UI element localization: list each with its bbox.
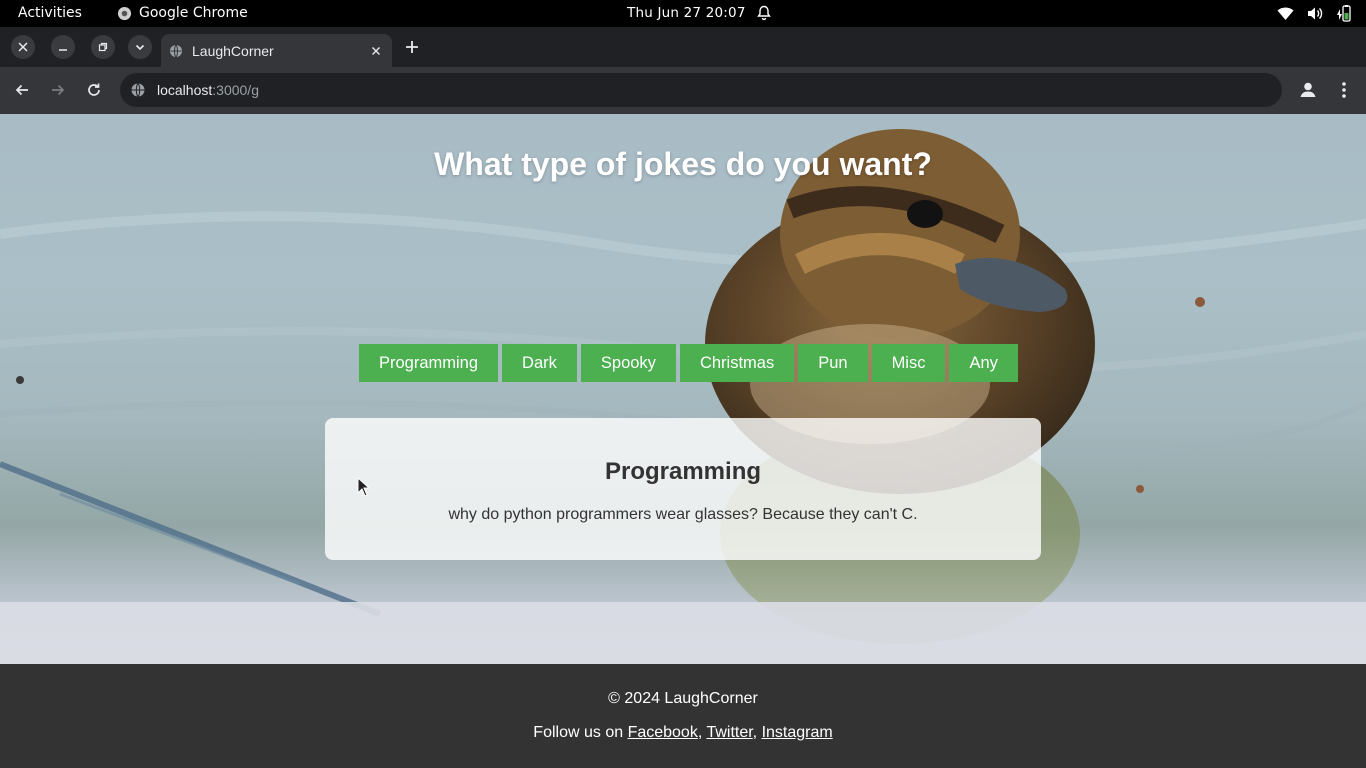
- follow-prefix: Follow us on: [533, 724, 628, 741]
- category-button-spooky[interactable]: Spooky: [580, 344, 676, 382]
- joke-card: Programming why do python programmers we…: [325, 418, 1041, 560]
- wifi-icon: [1277, 7, 1294, 20]
- reload-icon: [88, 83, 100, 96]
- tab-search-button[interactable]: [128, 35, 152, 59]
- facebook-link[interactable]: Facebook: [628, 724, 698, 741]
- volume-icon: [1308, 7, 1323, 20]
- profile-icon[interactable]: [1297, 79, 1319, 101]
- forward-button[interactable]: [46, 78, 70, 102]
- arrow-right-icon: [52, 84, 65, 96]
- category-button-any[interactable]: Any: [949, 344, 1018, 382]
- duckling-photo: [0, 129, 1366, 664]
- site-info-icon[interactable]: [130, 82, 146, 98]
- category-button-programming[interactable]: Programming: [359, 344, 499, 382]
- page-footer: © 2024 LaughCorner Follow us on Facebook…: [0, 664, 1366, 768]
- close-icon: [372, 46, 380, 55]
- address-bar[interactable]: localhost:3000/g: [120, 73, 1282, 107]
- joke-category-heading: Programming: [604, 458, 762, 485]
- notification-bell-icon: [757, 5, 771, 21]
- tab-strip: LaughCorner: [0, 27, 1366, 67]
- close-icon: [18, 42, 28, 52]
- twitter-link[interactable]: Twitter: [706, 724, 752, 741]
- system-tray[interactable]: [1277, 5, 1352, 22]
- url-path: :3000/g: [212, 82, 259, 98]
- page-viewport: What type of jokes do you want? Programm…: [0, 114, 1366, 768]
- app-name: Google Chrome: [139, 5, 248, 21]
- mouse-cursor-icon: [357, 477, 369, 497]
- chevron-down-icon: [135, 44, 145, 51]
- footer-social: Follow us on Facebook, Twitter, Instagra…: [0, 724, 1366, 742]
- battery-icon: [1337, 5, 1351, 22]
- chrome-icon: [117, 6, 132, 20]
- back-button[interactable]: [10, 78, 34, 102]
- menu-kebab-icon[interactable]: [1335, 79, 1353, 101]
- tab-title: LaughCorner: [192, 42, 274, 59]
- system-top-bar: Activities Google Chrome Thu Jun 27 20:0…: [0, 0, 1366, 27]
- hero-background: What type of jokes do you want? Programm…: [0, 114, 1366, 664]
- separator: ,: [752, 724, 762, 741]
- instagram-link[interactable]: Instagram: [762, 724, 833, 741]
- activities-button[interactable]: Activities: [18, 5, 82, 21]
- reload-button[interactable]: [82, 78, 106, 102]
- window-minimize-button[interactable]: [51, 35, 75, 59]
- minimize-icon: [59, 49, 67, 51]
- page-title: What type of jokes do you want?: [434, 146, 932, 182]
- category-buttons: Programming Dark Spooky Christmas Pun Mi…: [359, 344, 1018, 382]
- url-text[interactable]: localhost:3000/g: [157, 82, 259, 98]
- url-host: localhost: [157, 82, 213, 98]
- category-button-misc[interactable]: Misc: [871, 344, 946, 382]
- tab-laughcorner[interactable]: LaughCorner: [161, 34, 392, 67]
- joke-text: why do python programmers wear glasses? …: [448, 506, 918, 523]
- category-button-pun[interactable]: Pun: [798, 344, 868, 382]
- footer-copyright: © 2024 LaughCorner: [608, 690, 758, 707]
- category-button-christmas[interactable]: Christmas: [679, 344, 795, 382]
- window-close-button[interactable]: [11, 35, 35, 59]
- clock[interactable]: Thu Jun 27 20:07: [627, 5, 746, 21]
- category-button-dark[interactable]: Dark: [502, 344, 577, 382]
- arrow-left-icon: [15, 84, 28, 96]
- globe-icon: [170, 44, 182, 57]
- new-tab-plus-icon[interactable]: [402, 37, 422, 57]
- tab-close-button[interactable]: [368, 43, 384, 59]
- window-restore-button[interactable]: [91, 35, 115, 59]
- app-menu[interactable]: Google Chrome: [117, 5, 248, 21]
- restore-icon: [98, 42, 108, 52]
- browser-toolbar: localhost:3000/g: [0, 67, 1366, 114]
